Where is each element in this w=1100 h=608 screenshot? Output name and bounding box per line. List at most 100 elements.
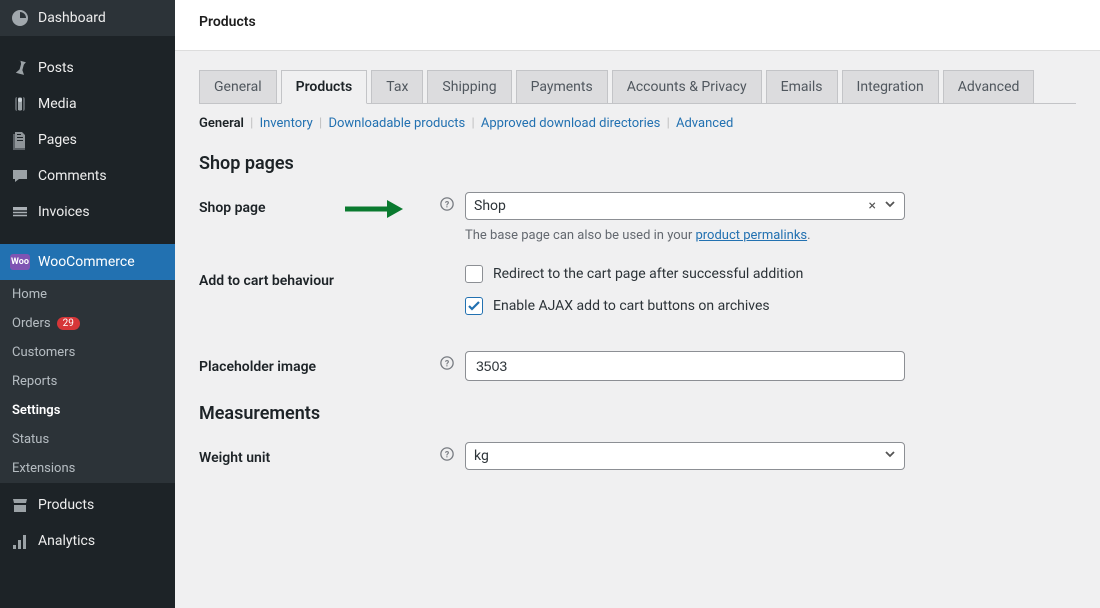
help-icon[interactable]: ? [439, 442, 455, 458]
dashboard-icon [10, 8, 30, 28]
field-shop-page: Shop × The base page can also be used in… [465, 192, 1076, 243]
row-weight-unit: Weight unit ? kg [199, 442, 1076, 470]
shop-page-hint: The base page can also be used in your p… [465, 228, 1076, 243]
settings-tabs: General Products Tax Shipping Payments A… [199, 69, 1076, 103]
weight-unit-select[interactable]: kg [465, 442, 905, 470]
tab-products[interactable]: Products [281, 70, 368, 104]
sidebar-item-media[interactable]: Media [0, 86, 175, 122]
checkbox-redirect-label: Redirect to the cart page after successf… [493, 266, 803, 282]
shop-page-select[interactable]: Shop × [465, 192, 905, 220]
products-icon [10, 495, 30, 515]
page-title: Products [199, 14, 1076, 30]
label-add-to-cart: Add to cart behaviour [199, 265, 439, 289]
sidebar-item-posts[interactable]: Posts [0, 50, 175, 86]
tab-general[interactable]: General [199, 70, 277, 104]
settings-panel: General Products Tax Shipping Payments A… [175, 51, 1100, 608]
help-icon[interactable]: ? [439, 351, 455, 367]
arrow-annotation-icon [343, 198, 403, 224]
tab-emails[interactable]: Emails [766, 70, 838, 104]
sidebar-item-label: Media [38, 96, 77, 112]
tab-payments[interactable]: Payments [516, 70, 608, 104]
field-weight-unit: kg [465, 442, 1076, 470]
subtab-general[interactable]: General [199, 116, 244, 131]
sidebar-item-comments[interactable]: Comments [0, 158, 175, 194]
svg-text:?: ? [445, 201, 450, 211]
clear-icon[interactable]: × [869, 198, 876, 214]
sidebar-item-invoices[interactable]: Invoices [0, 194, 175, 230]
pin-icon [10, 58, 30, 78]
select-value: Shop [474, 198, 506, 214]
sidebar-item-label: Pages [38, 132, 77, 148]
submenu-label: Extensions [12, 461, 75, 476]
sidebar-item-label: Dashboard [38, 10, 106, 26]
orders-badge: 29 [57, 317, 80, 330]
row-add-to-cart: Add to cart behaviour Redirect to the ca… [199, 265, 1076, 329]
svg-text:?: ? [445, 360, 450, 370]
submenu-label: Home [12, 287, 47, 302]
sidebar-item-label: Invoices [38, 204, 90, 220]
chevron-down-icon [884, 448, 896, 464]
sidebar-item-products[interactable]: Products [0, 487, 175, 523]
page-header: Products [175, 0, 1100, 51]
comments-icon [10, 166, 30, 186]
row-shop-page: Shop page ? Shop × The base page can als… [199, 192, 1076, 243]
checkbox-redirect-row: Redirect to the cart page after successf… [465, 265, 1076, 283]
submenu-label: Orders [12, 316, 51, 331]
invoices-icon [10, 202, 30, 222]
submenu-label: Reports [12, 374, 57, 389]
sidebar-item-label: Posts [38, 60, 74, 76]
chevron-down-icon [884, 198, 896, 214]
subtab-approved-dirs[interactable]: Approved download directories [481, 116, 660, 131]
subtab-inventory[interactable]: Inventory [260, 116, 313, 131]
submenu-settings[interactable]: Settings [0, 396, 175, 425]
sidebar-item-label: Products [38, 497, 94, 513]
label-placeholder-image: Placeholder image [199, 351, 439, 375]
svg-text:?: ? [445, 451, 450, 461]
admin-sidebar: Dashboard Posts Media Pages Comments Inv… [0, 0, 175, 608]
submenu-status[interactable]: Status [0, 425, 175, 454]
checkbox-ajax-label: Enable AJAX add to cart buttons on archi… [493, 298, 770, 314]
row-placeholder-image: Placeholder image ? [199, 351, 1076, 381]
submenu-label: Customers [12, 345, 75, 360]
tab-integration[interactable]: Integration [842, 70, 939, 104]
tab-shipping[interactable]: Shipping [427, 70, 511, 104]
submenu-orders[interactable]: Orders 29 [0, 309, 175, 338]
sidebar-item-dashboard[interactable]: Dashboard [0, 0, 175, 36]
tab-accounts-privacy[interactable]: Accounts & Privacy [612, 70, 762, 104]
checkbox-ajax[interactable] [465, 297, 483, 315]
media-icon [10, 94, 30, 114]
woocommerce-submenu: Home Orders 29 Customers Reports Setting… [0, 280, 175, 483]
field-add-to-cart: Redirect to the cart page after successf… [465, 265, 1076, 329]
submenu-label: Status [12, 432, 49, 447]
sidebar-item-label: Analytics [38, 533, 95, 549]
sidebar-item-pages[interactable]: Pages [0, 122, 175, 158]
checkbox-redirect[interactable] [465, 265, 483, 283]
tab-advanced[interactable]: Advanced [943, 70, 1035, 104]
subtab-advanced[interactable]: Advanced [676, 116, 733, 131]
analytics-icon [10, 531, 30, 551]
submenu-customers[interactable]: Customers [0, 338, 175, 367]
submenu-extensions[interactable]: Extensions [0, 454, 175, 483]
submenu-home[interactable]: Home [0, 280, 175, 309]
pages-icon [10, 130, 30, 150]
label-shop-page: Shop page [199, 192, 439, 216]
section-shop-pages: Shop pages [199, 153, 1076, 174]
sidebar-item-label: Comments [38, 168, 107, 184]
select-value: kg [474, 448, 489, 464]
section-measurements: Measurements [199, 403, 1076, 424]
submenu-reports[interactable]: Reports [0, 367, 175, 396]
field-placeholder-image [465, 351, 1076, 381]
label-weight-unit: Weight unit [199, 442, 439, 466]
settings-subtabs: General | Inventory | Downloadable produ… [199, 116, 1076, 131]
sidebar-item-woocommerce[interactable]: Woo WooCommerce [0, 244, 175, 280]
woocommerce-icon: Woo [10, 252, 30, 272]
permalinks-link[interactable]: product permalinks [695, 228, 807, 243]
placeholder-image-input[interactable] [465, 351, 905, 381]
tab-tax[interactable]: Tax [371, 70, 423, 104]
submenu-label: Settings [12, 403, 60, 418]
subtab-downloadable[interactable]: Downloadable products [328, 116, 465, 131]
sidebar-item-analytics[interactable]: Analytics [0, 523, 175, 559]
checkbox-ajax-row: Enable AJAX add to cart buttons on archi… [465, 297, 1076, 315]
sidebar-item-label: WooCommerce [38, 254, 135, 270]
help-icon[interactable]: ? [439, 192, 455, 208]
